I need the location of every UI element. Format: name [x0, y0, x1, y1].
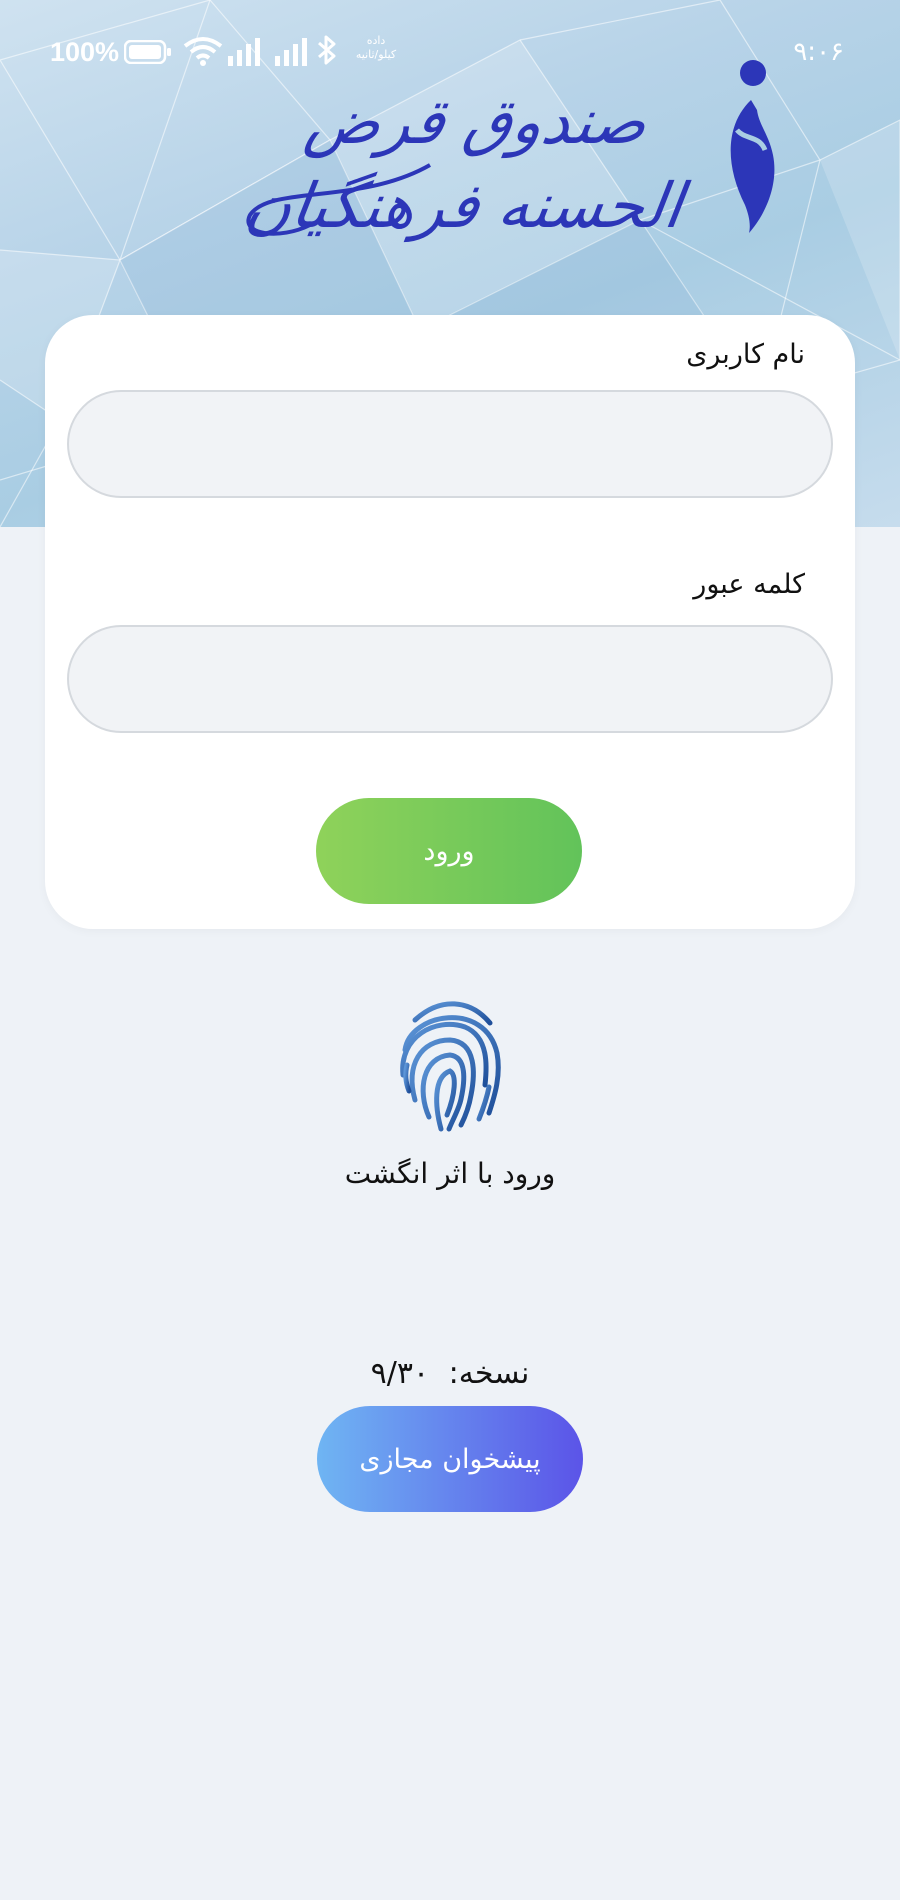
data-label-line1: داده	[366, 34, 386, 47]
login-card: نام کاربری کلمه عبور ورود	[45, 315, 855, 929]
battery-percentage: 100%	[50, 37, 120, 67]
password-input[interactable]	[67, 625, 833, 733]
login-button[interactable]: ورود	[316, 798, 582, 904]
logo-swash	[246, 163, 431, 236]
signal-icon	[275, 38, 307, 66]
fingerprint-icon[interactable]	[395, 995, 505, 1135]
virtual-kiosk-button[interactable]: پیشخوان مجازی	[317, 1406, 583, 1512]
data-label-line2: کیلو/ثانیه	[355, 48, 397, 61]
version-number: ۹/۳۰	[370, 1356, 430, 1391]
wifi-icon	[183, 37, 223, 66]
version-label: نسخه:	[448, 1356, 530, 1391]
username-input[interactable]	[67, 390, 833, 498]
fingerprint-login-label[interactable]: ورود با اثر انگشت	[250, 1157, 650, 1190]
clock: ۹:۰۶	[793, 37, 844, 67]
signal-icon	[228, 38, 260, 66]
password-label: کلمه عبور	[693, 569, 805, 600]
logo-emblem-icon	[730, 60, 775, 233]
battery-icon	[124, 40, 171, 64]
bluetooth-icon	[318, 35, 336, 65]
username-label: نام کاربری	[686, 339, 805, 370]
data-speed-label: داده کیلو/ثانیه	[350, 34, 402, 62]
version-info: نسخه: ۹/۳۰	[250, 1356, 650, 1391]
